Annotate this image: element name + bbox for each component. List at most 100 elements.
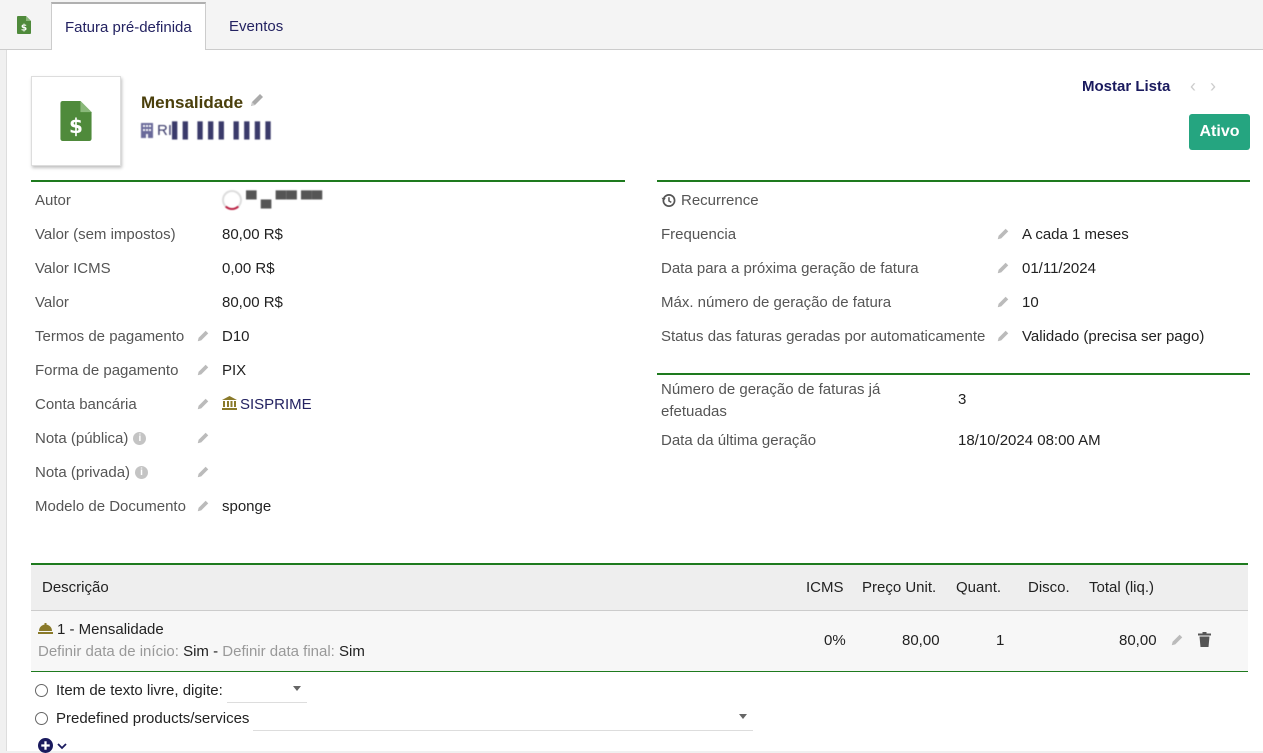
field-status-faturas: Status das faturas geradas por automatic…: [661, 325, 1249, 347]
field-termos-pagamento: Termos de pagamento D10: [35, 325, 625, 347]
edit-pencil-icon[interactable]: [195, 464, 211, 480]
free-text-line-option: Item de texto livre, digite:: [35, 677, 307, 703]
label-line: efetuadas: [661, 403, 727, 420]
field-label: Forma de pagamento: [35, 361, 179, 379]
caret-down-icon: [739, 714, 748, 719]
field-proxima-geracao: Data para a próxima geração de fatura 01…: [661, 257, 1249, 279]
col-preco-unit: Preço Unit.: [862, 579, 937, 596]
author-value[interactable]: ▀ ▄ ▀▀ ▀▀: [222, 190, 322, 210]
separator: -: [213, 643, 219, 660]
field-label: Valor: [35, 293, 69, 311]
predefined-product-select[interactable]: [253, 705, 754, 731]
bank-account-link[interactable]: SISPRIME: [222, 395, 312, 413]
cell-icms: 0%: [824, 632, 846, 649]
field-autor: Autor ▀ ▄ ▀▀ ▀▀: [35, 189, 625, 211]
line-label: 1 - Mensalidade: [57, 621, 164, 638]
field-label: Data para a próxima geração de fatura: [661, 259, 919, 277]
field-label: Status das faturas geradas por automatic…: [661, 327, 986, 345]
info-icon[interactable]: i: [135, 466, 149, 480]
bank-account-name: SISPRIME: [240, 395, 312, 413]
next-chevron-icon[interactable]: ›: [1210, 76, 1216, 97]
field-label: Valor ICMS: [35, 259, 111, 277]
field-label: Termos de pagamento: [35, 327, 185, 345]
field-label: Nota (privada): [35, 463, 131, 481]
field-value: A cada 1 meses: [1022, 225, 1129, 243]
tab-label: Eventos: [229, 18, 284, 35]
company-ref[interactable]: RI▌▌ ▌▌▌ ▌▌▌▌: [141, 122, 276, 139]
last-generation-label: Data da última geração: [661, 432, 817, 449]
edit-pencil-icon[interactable]: [995, 226, 1011, 242]
content-panel: $ Mensalidade RI▌▌ ▌▌▌ ▌▌▌▌ Mostar Lista…: [6, 50, 1263, 753]
product-type-select[interactable]: [226, 677, 307, 703]
free-text-radio[interactable]: [35, 683, 48, 697]
info-icon[interactable]: i: [133, 432, 147, 446]
edit-title-pencil-icon[interactable]: [249, 92, 265, 113]
tab-label: Fatura pré-definida: [65, 18, 192, 36]
caret-down-icon: [292, 686, 301, 691]
col-quant: Quant.: [956, 579, 1002, 596]
edit-pencil-icon[interactable]: [195, 430, 211, 446]
building-icon: [141, 123, 153, 138]
field-label: Modelo de Documento: [35, 497, 186, 515]
predefined-line-option: Predefined products/services: [35, 705, 754, 731]
field-label-wrap: Nota (privada) i: [35, 463, 149, 481]
delete-trash-icon[interactable]: [1198, 632, 1211, 651]
field-label: Autor: [35, 191, 71, 209]
right-section-divider: [657, 180, 1250, 182]
bank-icon: [222, 395, 237, 410]
free-text-label: Item de texto livre, digite:: [56, 681, 223, 699]
start-date-value: Sim: [183, 643, 209, 660]
field-value: 10: [1022, 293, 1039, 311]
generation-count-label: Número de geração de faturas já efetuada…: [661, 379, 921, 423]
field-value: PIX: [222, 361, 247, 379]
edit-line-pencil-icon[interactable]: [1170, 633, 1184, 651]
left-section-divider: [31, 180, 625, 182]
svg-text:$: $: [21, 24, 27, 34]
edit-pencil-icon[interactable]: [195, 396, 211, 412]
label-line: Número de geração de faturas já: [661, 381, 881, 398]
edit-pencil-icon[interactable]: [995, 260, 1011, 276]
field-value: 01/11/2024: [1022, 259, 1096, 277]
edit-pencil-icon[interactable]: [195, 328, 211, 344]
table-header: Descrição ICMS Preço Unit. Quant. Disco.…: [31, 563, 1248, 611]
field-nota-publica: Nota (pública) i: [35, 427, 625, 449]
field-valor-icms: Valor ICMS 0,00 R$: [35, 257, 625, 279]
cell-total: 80,00: [1119, 632, 1157, 649]
field-value: 80,00 R$: [222, 293, 283, 311]
field-value: D10: [222, 327, 250, 345]
cell-quant: 1: [996, 632, 1005, 649]
table-row[interactable]: 1 - Mensalidade Definir data de início: …: [31, 611, 1248, 672]
company-name: RI▌▌ ▌▌▌ ▌▌▌▌: [157, 122, 276, 139]
history-icon: [661, 193, 676, 207]
edit-pencil-icon[interactable]: [995, 294, 1011, 310]
svg-text:$: $: [69, 114, 83, 138]
field-label: Conta bancária: [35, 395, 137, 413]
predefined-radio[interactable]: [35, 711, 48, 725]
field-label: Valor (sem impostos): [35, 225, 176, 243]
line-label-wrap: 1 - Mensalidade: [38, 621, 164, 638]
predefined-label: Predefined products/services: [56, 709, 250, 727]
field-value: 80,00 R$: [222, 225, 283, 243]
tab-eventos[interactable]: Eventos: [216, 2, 296, 51]
field-valor-sem-impostos: Valor (sem impostos) 80,00 R$: [35, 223, 625, 245]
prev-chevron-icon[interactable]: ‹: [1190, 76, 1196, 97]
field-valor: Valor 80,00 R$: [35, 291, 625, 313]
cell-preco-unit: 80,00: [902, 632, 940, 649]
col-icms: ICMS: [806, 579, 844, 596]
tab-bar: $ Fatura pré-definida Eventos: [0, 0, 1263, 51]
invoice-lines-table: Descrição ICMS Preço Unit. Quant. Disco.…: [31, 563, 1248, 672]
field-label: Máx. número de geração de fatura: [661, 293, 892, 311]
edit-pencil-icon[interactable]: [195, 498, 211, 514]
page-title: Mensalidade: [141, 92, 265, 113]
tab-fatura-predefinida[interactable]: Fatura pré-definida: [51, 2, 206, 51]
recurrence-header: Recurrence: [661, 189, 1249, 211]
service-icon: [38, 623, 53, 634]
edit-pencil-icon[interactable]: [195, 362, 211, 378]
edit-pencil-icon[interactable]: [995, 328, 1011, 344]
end-date-value: Sim: [339, 643, 365, 660]
show-list-link[interactable]: Mostar Lista: [1082, 78, 1170, 95]
invoice-logo-icon: $: [60, 101, 92, 141]
field-forma-pagamento: Forma de pagamento PIX: [35, 359, 625, 381]
col-total: Total (liq.): [1089, 579, 1155, 596]
chevron-down-icon: [57, 742, 67, 749]
